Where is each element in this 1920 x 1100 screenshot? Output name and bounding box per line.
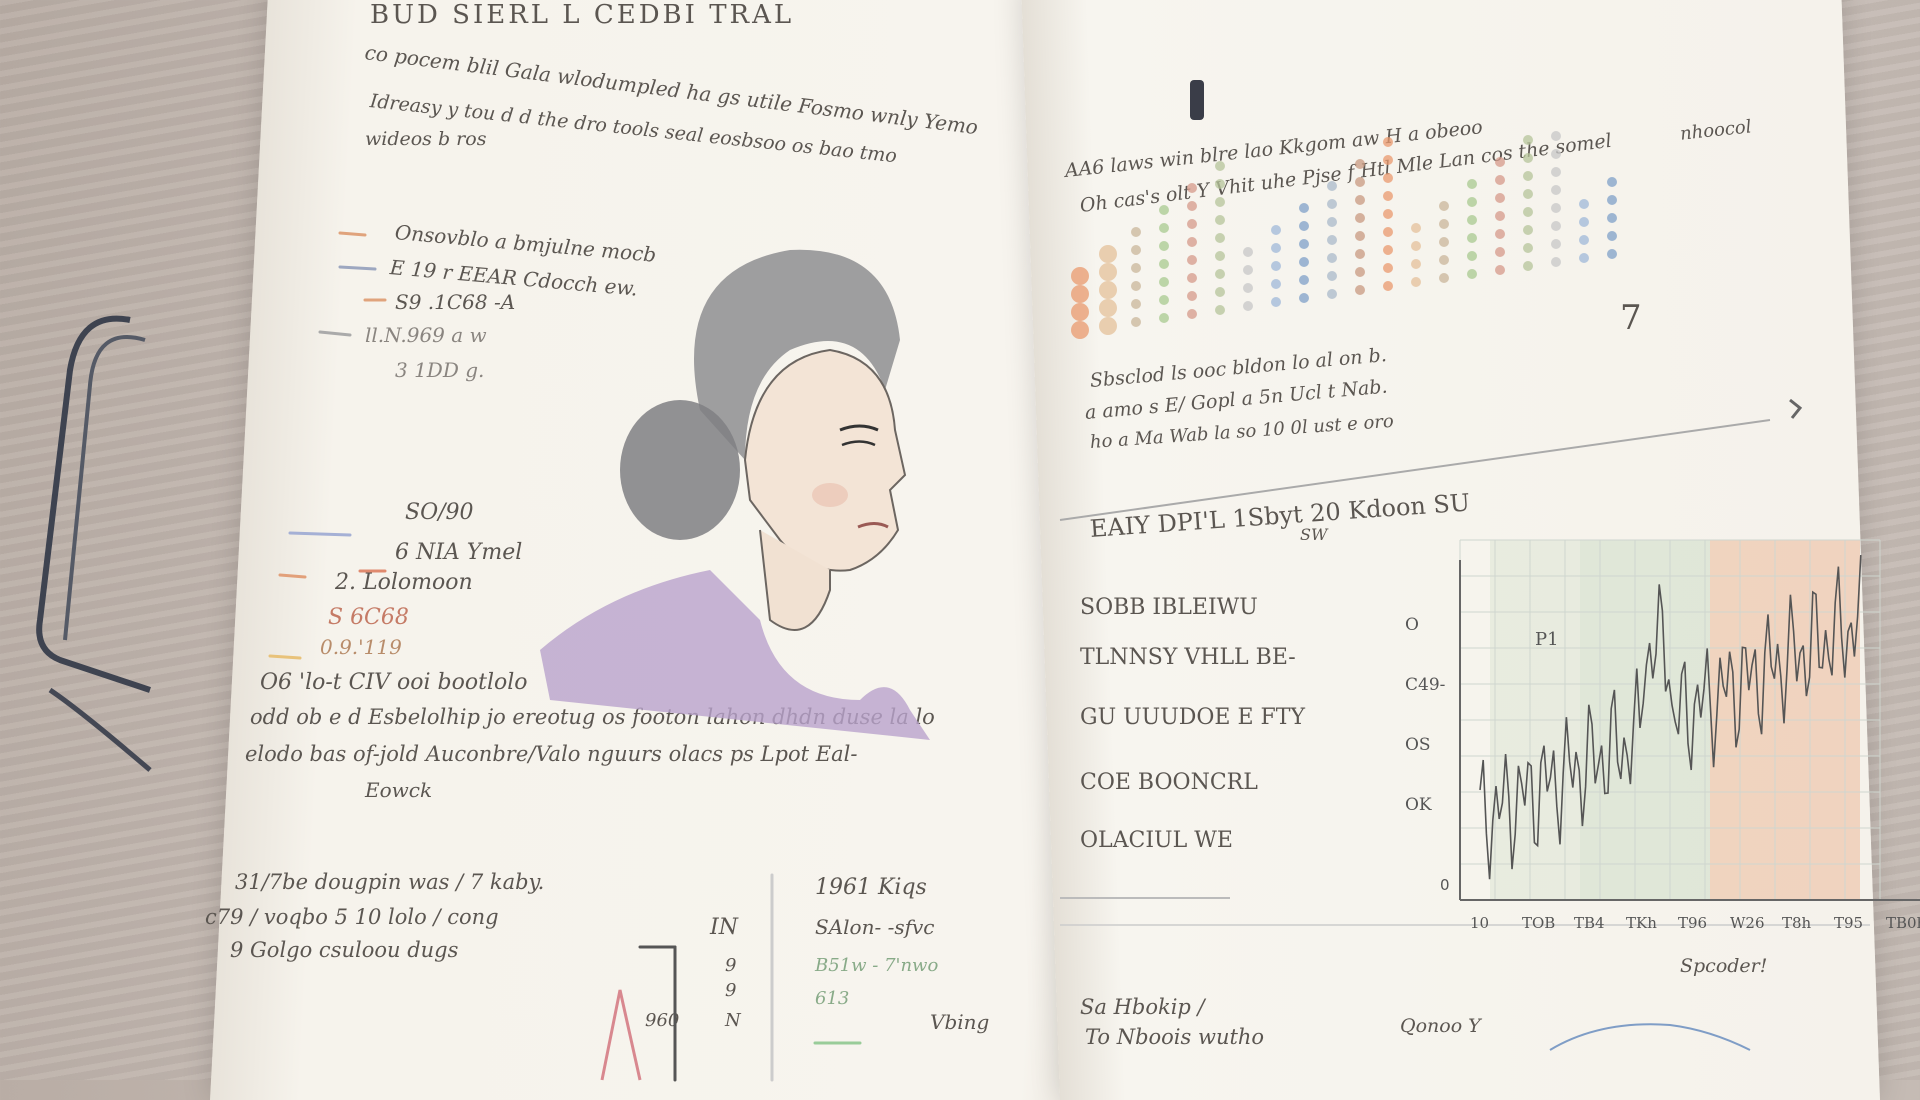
binder-rings [36,315,152,772]
footer-line: To Nboois wutho [1085,1025,1265,1049]
side-label: OLACIUL WE [1080,828,1233,853]
footer-right: Qonoo Y [1400,1015,1481,1037]
footer-line: Sa Hbokip / [1080,995,1205,1019]
y-tick-label: OS [1405,735,1431,755]
side-label: COE BOONCRL [1080,770,1258,795]
x-tick-label: W26 [1730,914,1765,932]
x-tick-label: TB0h [1886,914,1920,932]
y-tick-label: O [1405,615,1419,635]
origin-label: 0 [1440,876,1450,894]
y-tick-label: OK [1405,795,1432,815]
x-tick-label: T95 [1834,914,1863,932]
open-notebook: BUD SIERL L CEDBI TRAL co pocem blil Gal… [150,0,1920,1100]
x-tick-label: TB4 [1574,914,1605,932]
x-tick-label: T96 [1678,914,1707,932]
line-chart: 10 TOB TB4 TKh T96 W26 T8h T95 TB0h O C49- OS OK 0 P1 [1405,539,1920,932]
y-tick-label: C49- [1405,675,1445,695]
peak-label: P1 [1535,629,1559,650]
x-tick-label: TOB [1522,914,1555,932]
footer-right: Spcoder! [1680,955,1768,977]
x-tick-label: TKh [1626,914,1657,932]
x-tick-label: 10 [1470,914,1489,932]
side-label: SOBB IBLEIWU [1080,595,1258,620]
x-tick-label: T8h [1782,914,1812,932]
